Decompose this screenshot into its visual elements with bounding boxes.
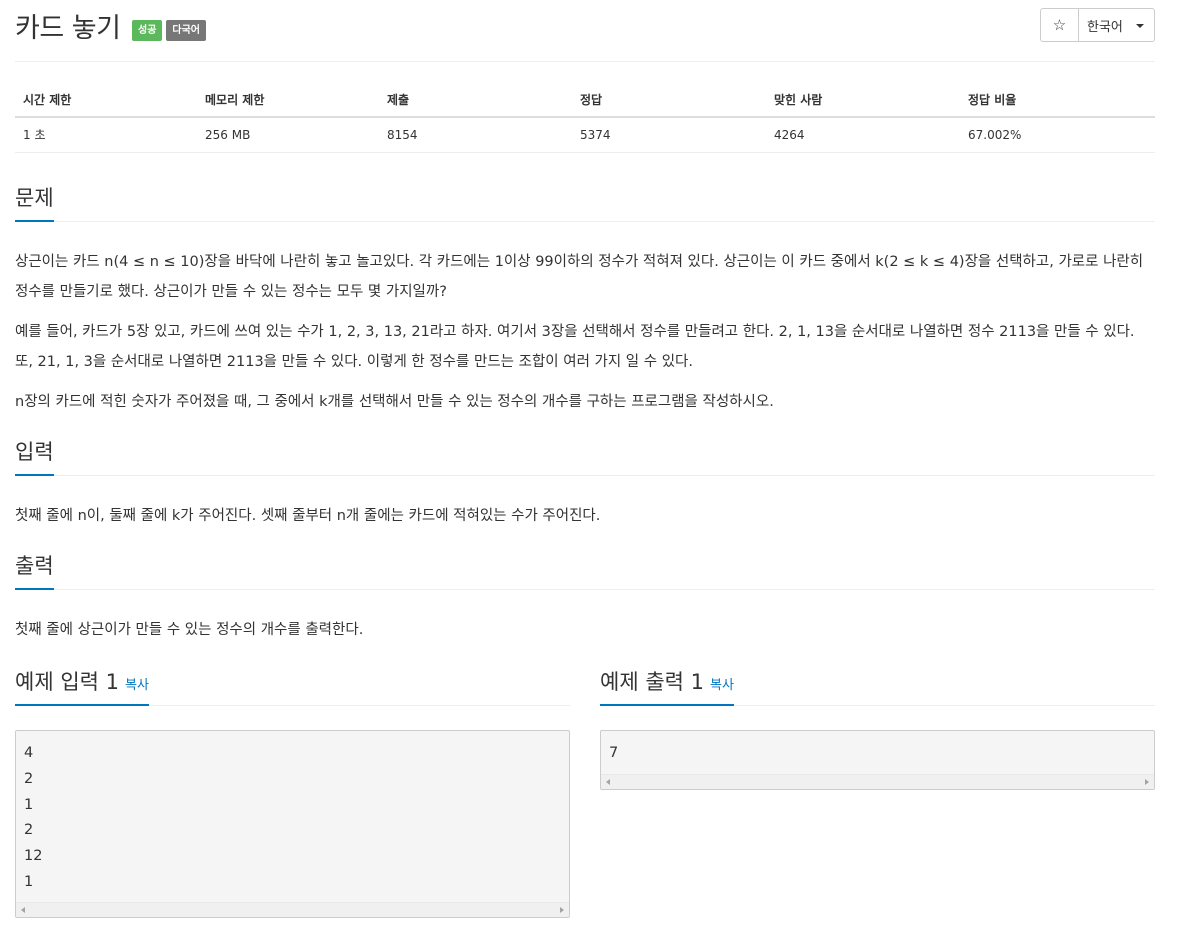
copy-sample-input-button[interactable]: 복사 [125,678,149,693]
language-dropdown[interactable]: 한국어 [1079,9,1154,41]
scroll-right-icon[interactable] [560,907,564,913]
sample-output-scrollbar[interactable] [601,774,1154,789]
problem-info-table: 시간 제한 메모리 제한 제출 정답 맞힌 사람 정답 비율 1 초 256 M… [15,82,1155,153]
sample-line: 2 [24,822,34,839]
success-badge[interactable]: 성공 [132,20,163,41]
toolbar-button-group: ☆ 한국어 [1040,8,1155,42]
sample-input-title-text: 예제 입력 1 [15,670,119,694]
info-header-memory-limit: 메모리 제한 [197,82,379,118]
multilang-badge[interactable]: 다국어 [166,20,207,41]
title-row: 카드 놓기 성공 다국어 ☆ 한국어 [15,0,1155,62]
output-section-title: 출력 [15,550,54,590]
sample-output-title: 예제 출력 1 복사 [600,666,734,706]
problem-description-paragraph: 예를 들어, 카드가 5장 있고, 카드에 쓰여 있는 수가 1, 2, 3, … [15,324,1135,370]
problem-title: 카드 놓기 [15,13,121,44]
caret-down-icon [1136,24,1144,28]
info-accept-ratio: 67.002% [960,117,1155,153]
sample-input-scrollbar[interactable] [16,902,569,917]
output-section-header: 출력 [15,550,1155,590]
language-label: 한국어 [1087,19,1123,35]
sample-line: 1 [24,873,34,890]
scroll-left-icon[interactable] [21,907,25,913]
info-header-submissions: 제출 [379,82,572,118]
problem-section-title: 문제 [15,182,54,222]
input-description: 첫째 줄에 n이, 둘째 줄에 k가 주어진다. 셋째 줄부터 n개 줄에는 카… [15,508,601,524]
sample-output-box[interactable]: 7 [600,730,1155,790]
sample-input-lines: 4 2 1 2 12 1 [16,731,569,896]
info-table-header-row: 시간 제한 메모리 제한 제출 정답 맞힌 사람 정답 비율 [15,82,1155,118]
info-accepted: 5374 [572,117,766,153]
input-section-title: 입력 [15,436,54,476]
sample-output-lines: 7 [601,731,1154,767]
info-header-solved-users: 맞힌 사람 [766,82,960,118]
scroll-right-icon[interactable] [1145,779,1149,785]
problem-description-paragraph: n장의 카드에 적힌 숫자가 주어졌을 때, 그 중에서 k개를 선택해서 만들… [15,394,774,410]
sample-input-header: 예제 입력 1 복사 [15,664,570,706]
star-icon: ☆ [1052,16,1067,34]
info-header-accepted: 정답 [572,82,766,118]
info-solved-users: 4264 [766,117,960,153]
problem-labels: 성공 다국어 [132,20,207,41]
scroll-left-icon[interactable] [606,779,610,785]
problem-description-paragraph: 상근이는 카드 n(4 ≤ n ≤ 10)장을 바닥에 나란히 놓고 놀고있다.… [15,254,1144,300]
sample-input-title: 예제 입력 1 복사 [15,666,149,706]
info-time-limit: 1 초 [15,117,197,153]
sample-line: 1 [24,796,34,813]
output-description: 첫째 줄에 상근이가 만들 수 있는 정수의 개수를 출력한다. [15,622,364,638]
copy-sample-output-button[interactable]: 복사 [710,678,734,693]
problem-section-header: 문제 [15,182,1155,222]
sample-output-title-text: 예제 출력 1 [600,670,704,694]
sample-output-header: 예제 출력 1 복사 [600,664,1155,706]
info-submissions: 8154 [379,117,572,153]
sample-line: 2 [24,770,34,787]
info-header-accept-ratio: 정답 비율 [960,82,1155,118]
sample-input-box[interactable]: 4 2 1 2 12 1 [15,730,570,918]
input-section-header: 입력 [15,436,1155,476]
sample-line: 7 [609,745,619,761]
sample-line: 4 [24,745,34,761]
info-memory-limit: 256 MB [197,117,379,153]
info-table-row: 1 초 256 MB 8154 5374 4264 67.002% [15,117,1155,153]
problem-page: 카드 놓기 성공 다국어 ☆ 한국어 시간 제한 메모리 제한 제출 정답 맞힌… [15,0,1155,918]
sample-line: 12 [24,848,43,865]
info-header-time-limit: 시간 제한 [15,82,197,118]
star-button[interactable]: ☆ [1041,9,1079,41]
